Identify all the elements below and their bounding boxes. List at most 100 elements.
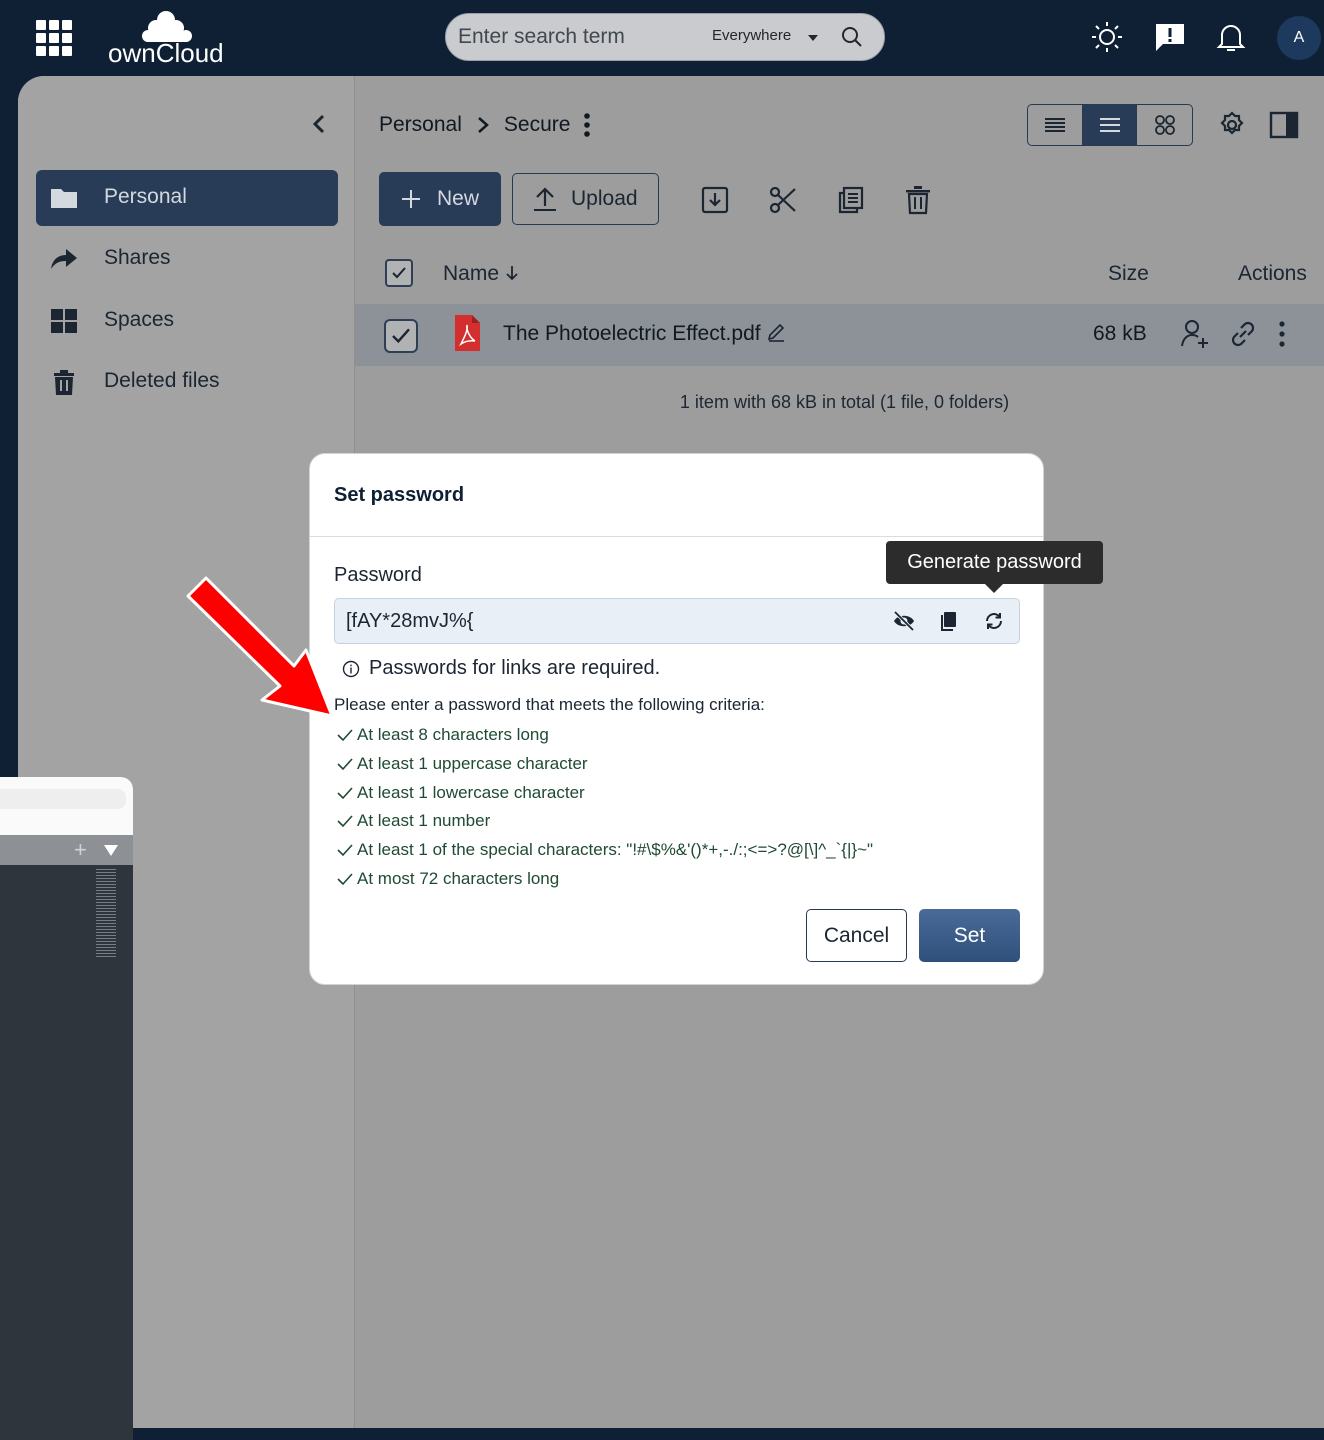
criteria-intro: Please enter a password that meets the f… <box>334 695 765 714</box>
list-icon <box>1099 118 1120 132</box>
check-icon <box>337 729 353 742</box>
background-window: + <box>0 777 133 1440</box>
view-tiles-button[interactable] <box>1137 105 1192 145</box>
toggle-details-panel-icon[interactable] <box>1269 110 1299 140</box>
upload-button-label: Upload <box>571 187 638 210</box>
search-icon[interactable] <box>841 26 863 48</box>
background-window-tabbar: + <box>0 835 133 865</box>
feedback-icon[interactable] <box>1153 20 1187 54</box>
generate-password-refresh-icon[interactable] <box>982 609 1006 633</box>
sidebar-item-label: Personal <box>104 185 187 208</box>
select-all-checkbox[interactable] <box>385 259 413 287</box>
background-window-toolbar <box>0 777 133 835</box>
column-header-size[interactable]: Size <box>1108 262 1149 286</box>
red-annotation-arrow-icon <box>186 576 334 718</box>
sidebar-item-personal[interactable]: Personal <box>36 170 338 226</box>
upload-button[interactable]: Upload <box>512 173 659 225</box>
required-note-text: Passwords for links are required. <box>369 657 661 679</box>
hide-password-eye-icon[interactable] <box>892 609 916 633</box>
list-item: At least 1 of the special characters: "!… <box>336 836 873 865</box>
app-switcher-icon[interactable] <box>36 20 72 56</box>
file-name-label: The Photoelectric Effect.pdf <box>503 322 761 345</box>
notifications-icon[interactable] <box>1214 20 1248 54</box>
file-size: 68 kB <box>1093 322 1147 345</box>
criterion-text: At least 1 of the special characters: "!… <box>357 840 874 860</box>
column-header-name[interactable]: Name <box>443 262 519 286</box>
list-item: At least 1 uppercase character <box>336 750 873 779</box>
cancel-button[interactable]: Cancel <box>806 909 907 962</box>
folder-icon <box>51 189 77 208</box>
check-icon <box>337 787 353 799</box>
chevron-down-icon[interactable] <box>104 845 118 856</box>
criterion-text: At least 1 number <box>357 811 491 831</box>
chevron-down-icon[interactable] <box>808 35 818 41</box>
check-icon <box>337 758 353 771</box>
theme-toggle-icon[interactable] <box>1090 20 1124 54</box>
breadcrumb-item-personal[interactable]: Personal <box>379 113 462 137</box>
upload-icon <box>534 187 556 211</box>
sidebar-item-label: Shares <box>104 246 171 269</box>
set-button[interactable]: Set <box>919 909 1020 962</box>
share-icon <box>51 249 77 269</box>
criterion-text: At least 1 lowercase character <box>357 782 585 802</box>
tooltip-arrow <box>985 584 1003 593</box>
delete-icon[interactable] <box>902 184 934 216</box>
rename-pencil-icon[interactable] <box>766 322 786 342</box>
modal-title: Set password <box>334 484 465 506</box>
search-input[interactable] <box>458 22 698 52</box>
copy-icon[interactable] <box>835 184 867 216</box>
chevron-right-icon <box>478 117 489 133</box>
tiles-icon <box>1154 115 1175 135</box>
view-compact-list-button[interactable] <box>1028 105 1083 145</box>
plus-icon[interactable]: + <box>74 837 87 863</box>
modal-divider <box>310 536 1043 537</box>
set-password-modal: Set password Password Passwords for link… <box>309 453 1044 985</box>
brand-wordmark: ownCloud <box>108 38 224 66</box>
list-item: At least 8 characters long <box>336 721 873 750</box>
file-name[interactable]: The Photoelectric Effect.pdf <box>503 322 786 346</box>
generate-password-tooltip: Generate password <box>886 541 1103 584</box>
sidebar-item-spaces[interactable]: Spaces <box>36 293 338 349</box>
criterion-text: At most 72 characters long <box>357 868 560 888</box>
bottom-strip <box>133 1428 1324 1440</box>
criteria-list: At least 8 characters long At least 1 up… <box>336 721 873 893</box>
sidebar-item-deleted-files[interactable]: Deleted files <box>36 354 338 410</box>
check-icon <box>337 815 353 828</box>
download-icon[interactable] <box>699 184 731 216</box>
sidebar-item-label: Spaces <box>104 308 175 331</box>
file-list-summary: 1 item with 68 kB in total (1 file, 0 fo… <box>679 392 1010 412</box>
cut-icon[interactable] <box>767 184 799 216</box>
copy-password-icon[interactable] <box>937 609 961 633</box>
pdf-file-icon <box>455 315 480 351</box>
new-button-label: New <box>437 187 480 210</box>
view-mode-switch <box>1027 104 1193 146</box>
collapse-sidebar-icon[interactable] <box>308 112 332 136</box>
breadcrumb-item-secure[interactable]: Secure <box>504 113 571 137</box>
background-window-field <box>0 789 126 809</box>
trash-icon <box>54 370 74 395</box>
view-list-button[interactable] <box>1082 105 1138 145</box>
avatar[interactable]: A <box>1277 16 1321 60</box>
check-icon <box>337 844 353 857</box>
row-kebab-menu-icon[interactable] <box>1277 318 1287 350</box>
sidebar-item-shares[interactable]: Shares <box>36 231 338 287</box>
add-people-share-icon[interactable] <box>1179 318 1211 350</box>
breadcrumb: Personal Secure <box>379 112 592 138</box>
list-item: At most 72 characters long <box>336 864 873 893</box>
search-scope-select[interactable]: Everywhere <box>712 27 791 44</box>
link-icon[interactable] <box>1227 318 1259 350</box>
owncloud-logo[interactable]: ownCloud <box>104 6 228 66</box>
row-checkbox[interactable] <box>384 319 418 353</box>
password-input[interactable] <box>346 607 866 635</box>
checkmark-icon <box>392 328 410 344</box>
kebab-menu-icon[interactable] <box>582 112 592 138</box>
table-row[interactable]: The Photoelectric Effect.pdf 68 kB <box>355 304 1324 366</box>
checkmark-icon <box>392 267 406 279</box>
search-bar: Everywhere <box>445 13 885 61</box>
top-bar: ownCloud Everywhere A <box>0 0 1324 76</box>
file-list-header: Name Size Actions <box>355 250 1324 300</box>
sort-arrow-down-icon <box>506 266 518 281</box>
list-item: At least 1 number <box>336 807 873 836</box>
gear-icon[interactable] <box>1217 110 1247 140</box>
new-button[interactable]: New <box>379 172 501 226</box>
